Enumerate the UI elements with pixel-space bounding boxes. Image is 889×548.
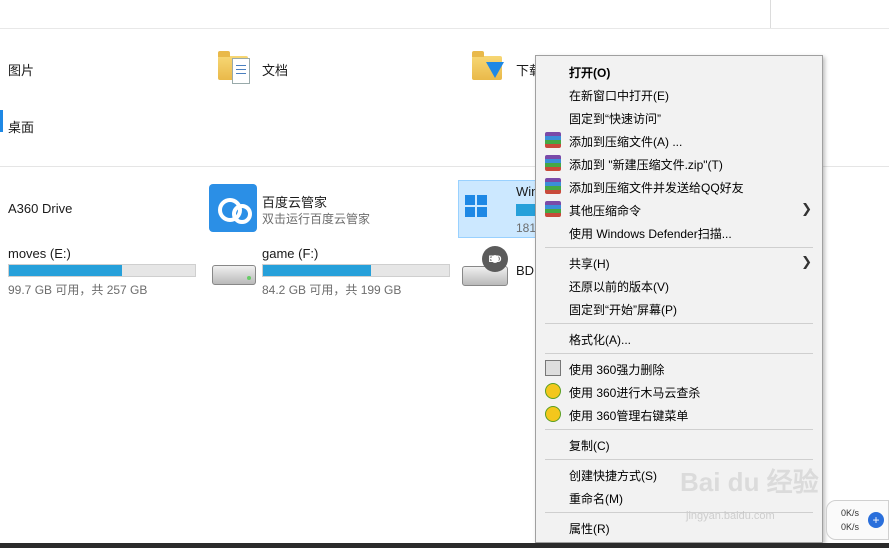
drive-usage-bar [262, 264, 450, 277]
baidu-watermark-url: jingyan.baidu.com [686, 510, 775, 522]
drive-label: 百度云管家 [262, 195, 328, 210]
menu-item-pin-start[interactable]: 固定到“开始”屏幕(P) [536, 297, 822, 319]
menu-item-label: 共享(H) [569, 257, 610, 271]
drive-subtext: 84.2 GB 可用，共 199 GB [262, 283, 402, 297]
menu-item-label: 添加到 "新建压缩文件.zip"(T) [569, 158, 723, 172]
menu-item-label: 添加到压缩文件(A) ... [569, 135, 683, 149]
menu-item-label: 复制(C) [569, 439, 610, 453]
shredder-icon [545, 360, 561, 376]
hard-drive-icon [212, 265, 256, 285]
submenu-arrow-icon: ❯ [801, 201, 812, 216]
menu-item-open-new-window[interactable]: 在新窗口中打开(E) [536, 83, 822, 105]
drive-label: A360 Drive [8, 201, 73, 216]
menu-item-share[interactable]: 共享(H) ❯ [536, 251, 822, 273]
upload-speed: 0K/s [841, 508, 860, 518]
menu-item-open[interactable]: 打开(O) [536, 60, 822, 82]
360-icon [545, 406, 561, 422]
drive-usage-fill [263, 265, 371, 276]
menu-item-pin-quick-access[interactable]: 固定到“快速访问” [536, 106, 822, 128]
toolbar-separator [770, 0, 772, 28]
submenu-arrow-icon: ❯ [801, 254, 812, 269]
drive-subtext: 181 [516, 221, 537, 235]
menu-item-label: 固定到“开始”屏幕(P) [569, 303, 677, 317]
menu-item-label: 使用 360管理右键菜单 [569, 409, 689, 423]
winrar-icon [545, 155, 561, 171]
menu-separator [545, 247, 813, 248]
menu-separator [545, 459, 813, 460]
baidu-watermark: Bai du 经验 [680, 467, 819, 497]
drive-usage-bar [8, 264, 196, 277]
menu-item-label: 重命名(M) [569, 492, 623, 506]
menu-item-add-archive[interactable]: 添加到压缩文件(A) ... [536, 129, 822, 151]
folder-label: 文档 [262, 63, 289, 78]
menu-item-label: 使用 360强力删除 [569, 363, 665, 377]
winrar-icon [545, 132, 561, 148]
menu-item-add-send-qq[interactable]: 添加到压缩文件并发送给QQ好友 [536, 175, 822, 197]
document-page-icon [232, 58, 250, 84]
menu-item-label: 创建快捷方式(S) [569, 469, 657, 483]
bd-disc-icon: BD [482, 246, 508, 272]
drive-windows-selected[interactable]: Win 181 [458, 180, 538, 238]
download-speed: 0K/s [841, 522, 860, 532]
menu-item-360-shred[interactable]: 使用 360强力删除 [536, 357, 822, 379]
menu-item-add-zip[interactable]: 添加到 "新建压缩文件.zip"(T) [536, 152, 822, 174]
menu-item-label: 使用 360进行木马云查杀 [569, 386, 701, 400]
plus-icon[interactable]: + [868, 512, 884, 528]
menu-separator [545, 429, 813, 430]
drive-subtext: 双击运行百度云管家 [262, 212, 371, 226]
menu-item-label: 格式化(A)... [569, 333, 631, 347]
menu-item-label: 在新窗口中打开(E) [569, 89, 669, 103]
address-bar-strip [0, 0, 889, 29]
menu-item-360-manage-menu[interactable]: 使用 360管理右键菜单 [536, 403, 822, 425]
folder-label: 图片 [8, 63, 35, 78]
menu-item-360-trojan-scan[interactable]: 使用 360进行木马云查杀 [536, 380, 822, 402]
menu-separator [545, 323, 813, 324]
drive-label: game (F:) [262, 246, 319, 261]
drive-label: BD [516, 263, 535, 278]
menu-item-other-compress[interactable]: 其他压缩命令 ❯ [536, 198, 822, 220]
menu-item-label: 添加到压缩文件并发送给QQ好友 [569, 181, 744, 195]
taskbar-edge [0, 543, 889, 548]
menu-item-defender-scan[interactable]: 使用 Windows Defender扫描... [536, 221, 822, 243]
desktop-icon [0, 110, 3, 132]
menu-item-label: 使用 Windows Defender扫描... [569, 227, 732, 241]
menu-item-properties[interactable]: 属性(R) [536, 516, 822, 538]
menu-item-label: 固定到“快速访问” [569, 112, 661, 126]
menu-item-label: 打开(O) [569, 66, 611, 80]
winrar-icon [545, 178, 561, 194]
menu-item-copy[interactable]: 复制(C) [536, 433, 822, 455]
menu-item-format[interactable]: 格式化(A)... [536, 327, 822, 349]
download-arrow-icon [486, 62, 504, 78]
menu-item-restore-versions[interactable]: 还原以前的版本(V) [536, 274, 822, 296]
drive-subtext: 99.7 GB 可用，共 257 GB [8, 283, 148, 297]
menu-item-label: 还原以前的版本(V) [569, 280, 669, 294]
drive-usage-fill [9, 265, 123, 276]
menu-separator [545, 353, 813, 354]
folder-label: 桌面 [8, 120, 35, 135]
drive-label: moves (E:) [8, 246, 71, 261]
winrar-icon [545, 201, 561, 217]
menu-item-label: 其他压缩命令 [569, 204, 642, 218]
baidu-cloud-icon [209, 184, 257, 232]
windows-logo-icon [465, 195, 487, 217]
menu-item-label: 属性(R) [569, 522, 610, 536]
network-speed-widget[interactable]: 0K/s 0K/s + [826, 500, 889, 540]
360-icon [545, 383, 561, 399]
